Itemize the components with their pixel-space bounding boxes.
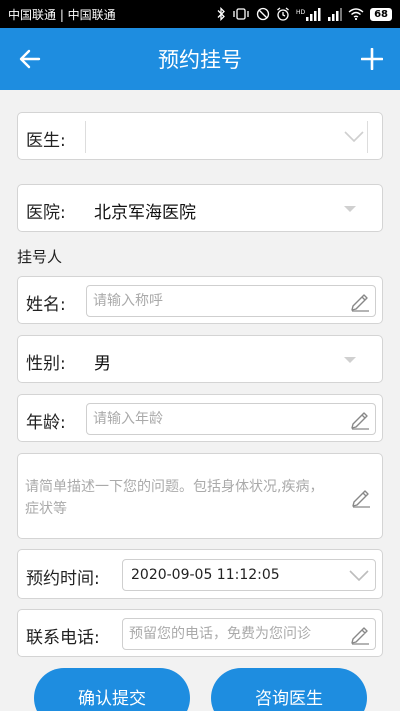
edit-icon xyxy=(351,294,369,312)
status-bar: 中国联通 | 中国联通 HD 68 xyxy=(0,0,400,28)
phone-row: 联系电话: xyxy=(17,609,383,657)
signal-icon: HD xyxy=(296,7,321,21)
hospital-label: 医院: xyxy=(26,203,66,223)
name-label: 姓名: xyxy=(26,295,66,315)
age-input[interactable] xyxy=(93,404,341,434)
signal-icon-2 xyxy=(328,7,343,21)
dropdown-arrow-icon xyxy=(344,206,356,212)
mute-icon xyxy=(256,7,270,21)
dropdown-arrow-icon xyxy=(344,357,356,363)
status-icons: HD 68 xyxy=(216,7,392,21)
age-label: 年龄: xyxy=(26,413,66,433)
appointment-time-picker[interactable]: 2020-09-05 11:12:05 xyxy=(122,559,376,591)
bluetooth-icon xyxy=(217,7,225,21)
chevron-down-icon[interactable] xyxy=(344,131,364,142)
carrier-label: 中国联通 | 中国联通 xyxy=(8,7,116,22)
description-textarea[interactable]: 请简单描述一下您的问题。包括身体状况,疾病，症状等 xyxy=(17,453,383,539)
appointment-time-row: 预约时间: 2020-09-05 11:12:05 xyxy=(17,549,383,599)
back-arrow-icon xyxy=(19,49,41,69)
edit-icon xyxy=(351,412,369,430)
doctor-label: 医生: xyxy=(26,131,66,151)
name-field xyxy=(86,285,376,317)
battery-icon: 68 xyxy=(370,7,392,21)
gender-value: 男 xyxy=(94,354,111,374)
age-row: 年龄: xyxy=(17,394,383,442)
hospital-select[interactable]: 医院: 北京军海医院 xyxy=(17,184,383,232)
doctor-row: 医生: xyxy=(17,112,383,160)
phone-field xyxy=(122,618,376,650)
back-button[interactable] xyxy=(14,43,46,75)
description-placeholder: 请简单描述一下您的问题。包括身体状况,疾病，症状等 xyxy=(25,479,324,517)
submit-button[interactable]: 确认提交 xyxy=(34,668,190,711)
plus-icon xyxy=(361,48,383,70)
add-button[interactable] xyxy=(356,43,388,75)
name-row: 姓名: xyxy=(17,276,383,324)
edit-icon xyxy=(351,627,369,645)
app-bar: 预约挂号 xyxy=(0,28,400,90)
edit-icon xyxy=(352,490,370,508)
phone-label: 联系电话: xyxy=(26,628,100,648)
alarm-icon xyxy=(277,7,289,21)
divider xyxy=(367,121,368,153)
svg-text:HD: HD xyxy=(296,9,306,16)
phone-input[interactable] xyxy=(129,619,341,649)
appointment-time-label: 预约时间: xyxy=(26,569,100,589)
doctor-select[interactable] xyxy=(86,113,368,159)
hospital-value: 北京军海医院 xyxy=(94,203,196,223)
gender-select[interactable]: 性别: 男 xyxy=(17,335,383,383)
appointment-time-value: 2020-09-05 11:12:05 xyxy=(131,567,280,583)
page-title: 预约挂号 xyxy=(158,48,242,72)
gender-label: 性别: xyxy=(26,354,66,374)
registrant-section-label: 挂号人 xyxy=(17,248,63,266)
name-input[interactable] xyxy=(93,286,341,316)
chevron-down-icon xyxy=(349,570,369,581)
wifi-icon xyxy=(348,8,364,20)
vibrate-icon xyxy=(233,8,249,20)
consult-doctor-button[interactable]: 咨询医生 xyxy=(211,668,367,711)
age-field xyxy=(86,403,376,435)
